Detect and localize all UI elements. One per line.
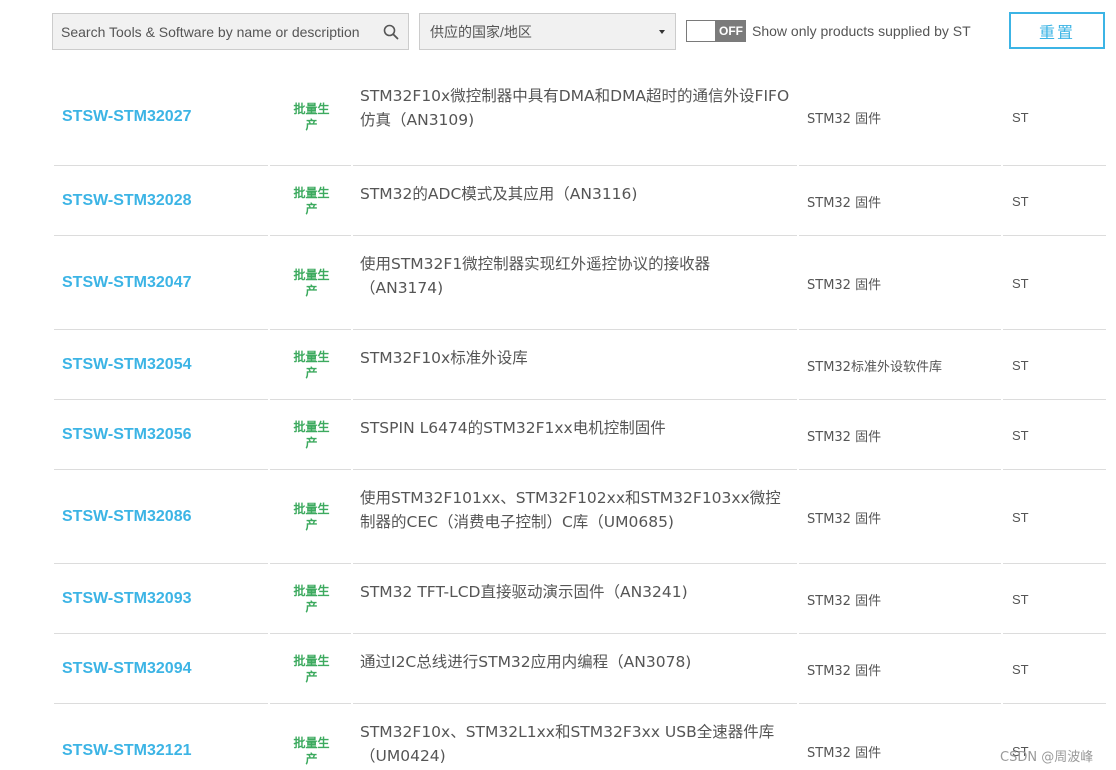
product-type: STM32 固件: [807, 195, 882, 211]
chevron-down-icon: [659, 29, 665, 34]
product-description: 使用STM32F101xx、STM32F102xx和STM32F103xx微控制…: [360, 489, 781, 531]
table-row: STSW-STM32027 批量生产 STM32F10x微控制器中具有DMA和D…: [54, 68, 1108, 166]
product-id-link[interactable]: STSW-STM32056: [62, 426, 192, 444]
product-type: STM32标准外设软件库: [807, 359, 942, 375]
table-row: STSW-STM32056 批量生产 STSPIN L6474的STM32F1x…: [54, 400, 1108, 470]
st-supplier-toggle[interactable]: OFF: [686, 20, 746, 42]
product-type: STM32 固件: [807, 111, 882, 127]
table-row: STSW-STM32093 批量生产 STM32 TFT-LCD直接驱动演示固件…: [54, 564, 1108, 634]
product-type: STM32 固件: [807, 593, 882, 609]
product-description: 通过I2C总线进行STM32应用内编程（AN3078): [360, 653, 692, 671]
product-description: STM32F10x标准外设库: [360, 349, 528, 367]
supplier: ST: [1012, 591, 1029, 607]
product-description: STM32的ADC模式及其应用（AN3116): [360, 185, 638, 203]
product-id-link[interactable]: STSW-STM32094: [62, 660, 192, 678]
table-row: STSW-STM32121 批量生产 STM32F10x、STM32L1xx和S…: [54, 704, 1108, 770]
status-badge: 批量生产: [293, 584, 330, 614]
status-badge: 批量生产: [293, 350, 330, 380]
product-description: STM32 TFT-LCD直接驱动演示固件（AN3241): [360, 583, 688, 601]
product-type: STM32 固件: [807, 663, 882, 679]
table-row: STSW-STM32028 批量生产 STM32的ADC模式及其应用（AN311…: [54, 166, 1108, 236]
reset-button[interactable]: 重置: [1009, 12, 1105, 49]
status-badge: 批量生产: [293, 502, 330, 532]
table-row: STSW-STM32094 批量生产 通过I2C总线进行STM32应用内编程（A…: [54, 634, 1108, 704]
product-type: STM32 固件: [807, 429, 882, 445]
supplier: ST: [1012, 509, 1029, 525]
region-select[interactable]: 供应的国家/地区: [419, 13, 676, 50]
search-icon[interactable]: [374, 14, 408, 49]
product-id-link[interactable]: STSW-STM32121: [62, 742, 192, 760]
region-select-value: 供应的国家/地区: [430, 23, 532, 40]
supplier: ST: [1012, 109, 1029, 125]
product-id-link[interactable]: STSW-STM32086: [62, 508, 192, 526]
product-id-link[interactable]: STSW-STM32047: [62, 274, 192, 292]
product-description: STM32F10x、STM32L1xx和STM32F3xx USB全速器件库（U…: [360, 723, 775, 765]
product-type: STM32 固件: [807, 511, 882, 527]
status-badge: 批量生产: [293, 736, 330, 766]
filter-toolbar: 供应的国家/地区 OFF Show only products supplied…: [0, 0, 1116, 62]
results-table: STSW-STM32027 批量生产 STM32F10x微控制器中具有DMA和D…: [54, 68, 1108, 770]
status-badge: 批量生产: [293, 654, 330, 684]
toggle-label: Show only products supplied by ST: [752, 23, 971, 39]
toggle-state: OFF: [719, 24, 743, 38]
table-row: STSW-STM32086 批量生产 使用STM32F101xx、STM32F1…: [54, 470, 1108, 564]
status-badge: 批量生产: [293, 268, 330, 298]
table-row: STSW-STM32054 批量生产 STM32F10x标准外设库 STM32标…: [54, 330, 1108, 400]
search-input[interactable]: [53, 14, 374, 49]
product-id-link[interactable]: STSW-STM32093: [62, 590, 192, 608]
product-description: 使用STM32F1微控制器实现红外遥控协议的接收器（AN3174): [360, 255, 711, 297]
status-badge: 批量生产: [293, 102, 330, 132]
product-type: STM32 固件: [807, 745, 882, 761]
status-badge: 批量生产: [293, 420, 330, 450]
supplier: ST: [1012, 661, 1029, 677]
watermark: CSDN @周波峰: [1000, 750, 1094, 765]
supplier: ST: [1012, 193, 1029, 209]
product-id-link[interactable]: STSW-STM32054: [62, 356, 192, 374]
product-description: STSPIN L6474的STM32F1xx电机控制固件: [360, 419, 666, 437]
status-badge: 批量生产: [293, 186, 330, 216]
product-description: STM32F10x微控制器中具有DMA和DMA超时的通信外设FIFO仿真（AN3…: [360, 87, 790, 129]
product-type: STM32 固件: [807, 277, 882, 293]
table-row: STSW-STM32047 批量生产 使用STM32F1微控制器实现红外遥控协议…: [54, 236, 1108, 330]
supplier: ST: [1012, 427, 1029, 443]
product-id-link[interactable]: STSW-STM32028: [62, 192, 192, 210]
toggle-knob: [687, 21, 715, 41]
product-id-link[interactable]: STSW-STM32027: [62, 108, 192, 126]
supplier: ST: [1012, 275, 1029, 291]
search-box[interactable]: [52, 13, 409, 50]
supplier: ST: [1012, 357, 1029, 373]
